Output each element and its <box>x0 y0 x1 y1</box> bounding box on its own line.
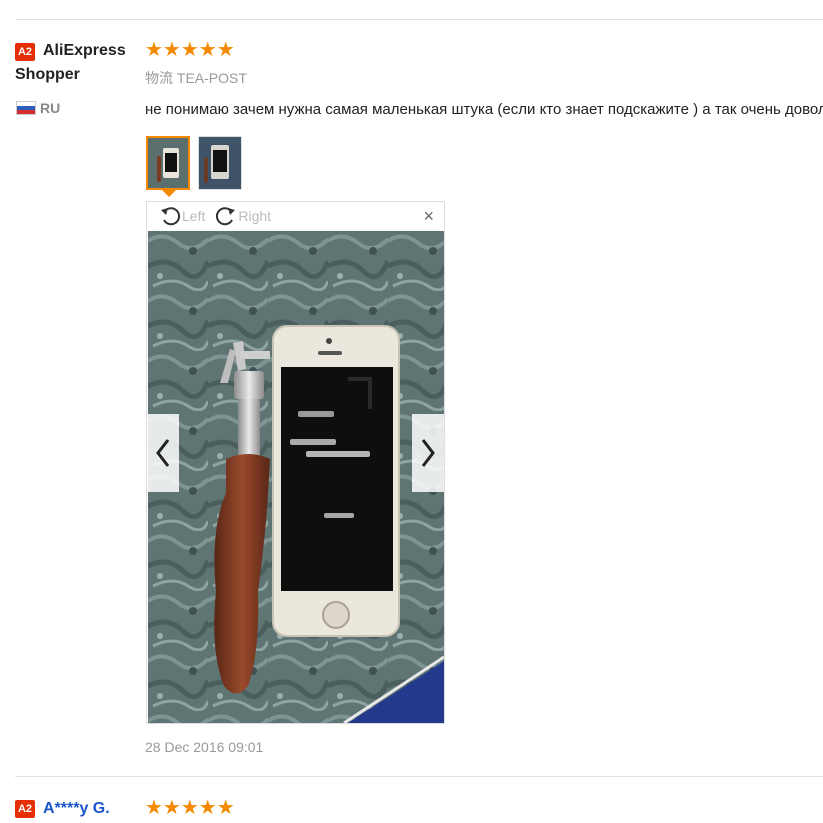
buyer-name-2[interactable]: A****y G. <box>43 797 110 821</box>
photo-viewer: Left Right × <box>146 201 445 724</box>
rotate-right-icon <box>216 207 236 226</box>
logistics-info: 物流 TEA-POST <box>145 70 247 86</box>
chevron-right-icon <box>421 439 435 467</box>
chevron-left-icon <box>156 439 170 467</box>
previous-photo-button[interactable] <box>147 414 179 492</box>
photo-viewer-toolbar: Left Right × <box>147 202 444 230</box>
next-photo-button[interactable] <box>412 414 444 492</box>
top-divider <box>15 19 823 20</box>
review-divider <box>15 776 823 777</box>
buyer-name-line1: AliExpress <box>43 42 126 59</box>
rotate-right-label: Right <box>238 208 272 224</box>
star-rating-2: ★★★★★ <box>145 797 235 819</box>
country-code: RU <box>40 100 61 116</box>
review-text: не понимаю зачем нужна самая маленькая ш… <box>145 101 823 118</box>
buyer-level-badge: A2 <box>15 43 35 61</box>
rotate-left-label: Left <box>182 208 206 224</box>
buyer-name-line2: Shopper <box>15 66 80 83</box>
thumbnail-photo-1 <box>148 138 188 188</box>
review-photo-thumbnail-2[interactable] <box>198 136 242 190</box>
buyer-level-badge-2: A2 <box>15 800 35 818</box>
review-date: 28 Dec 2016 09:01 <box>145 739 264 755</box>
close-viewer-button[interactable]: × <box>423 207 434 225</box>
review-photo-thumbnail-1[interactable] <box>146 136 190 190</box>
review-photo-large <box>148 231 444 723</box>
rotate-right-button[interactable]: Right <box>215 205 271 227</box>
buyer-country: RU <box>16 100 60 116</box>
thumbnail-photo-2 <box>199 137 241 189</box>
review-photo-image <box>148 231 444 723</box>
active-thumbnail-indicator <box>162 190 176 197</box>
rotate-left-button[interactable]: Left <box>159 205 205 227</box>
russia-flag-icon <box>16 101 36 115</box>
rotate-left-icon <box>161 207 181 226</box>
star-rating: ★★★★★ <box>145 39 235 61</box>
